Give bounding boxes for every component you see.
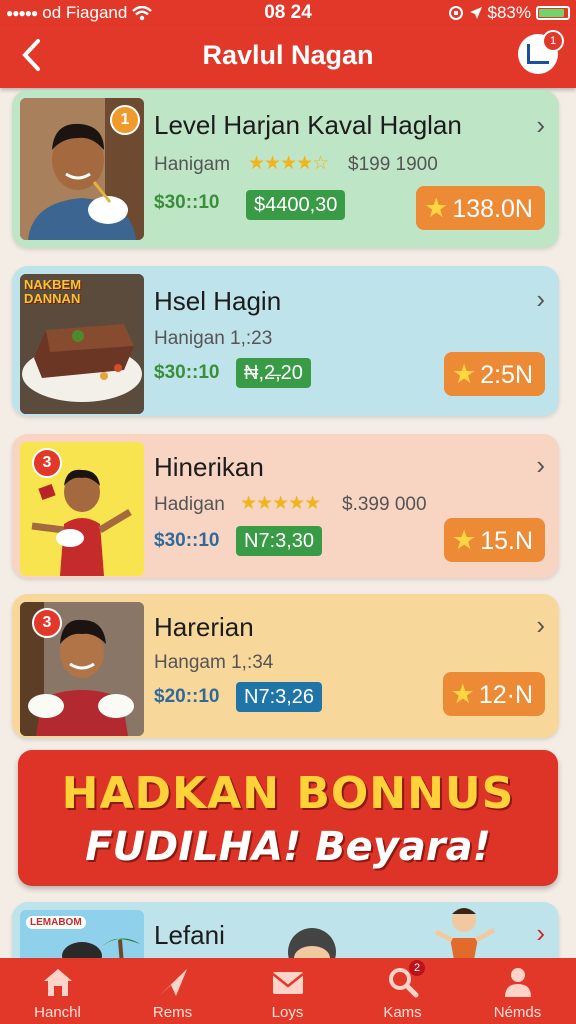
star-icon: ★ xyxy=(424,193,449,223)
item-title: Level Harjan Kaval Haglan xyxy=(154,110,462,140)
star-icon: ★ xyxy=(451,359,477,389)
chevron-right-icon: › xyxy=(536,610,545,640)
notifications-button[interactable]: 1 xyxy=(518,30,564,74)
item-price-info: $199 1900 xyxy=(348,154,438,175)
person-icon xyxy=(505,968,531,997)
score-value: 138.0N xyxy=(452,195,533,223)
list-item[interactable]: NAKBEM DANNAN Hsel Hagin › Hanigan 1,:23… xyxy=(12,266,559,416)
banner-headline: HADKAN BONNUS xyxy=(61,768,515,819)
bottom-tab-bar: Hanchl Rems Loys 2 Kams Némds xyxy=(0,958,576,1024)
page-title: Ravlul Nagan xyxy=(202,40,374,70)
battery-icon xyxy=(536,6,570,20)
item-thumbnail: NAKBEM DANNAN xyxy=(20,274,144,414)
price-badge: $4400,30 xyxy=(246,190,346,220)
cartoon-character xyxy=(434,908,496,960)
list-item[interactable]: 3 Harerian › Hangam 1,:34 $20::10 N7:3,2… xyxy=(12,594,559,738)
tab-label: Loys xyxy=(271,1004,304,1021)
star-icon: ★ xyxy=(450,679,475,709)
status-bar: ●●●●● od Fiagand 08 24 $83% xyxy=(0,0,576,26)
tab-badge: 2 xyxy=(409,960,425,976)
score-value: 12·N xyxy=(478,681,533,709)
item-title: Hinerikan xyxy=(154,452,264,482)
tab-home[interactable]: Hanchl xyxy=(0,958,115,1024)
score-value: 2:5N xyxy=(480,361,533,389)
score-button[interactable]: ★ 15.N xyxy=(443,518,545,562)
tab-nemds[interactable]: Némds xyxy=(460,958,575,1024)
chevron-right-icon: › xyxy=(536,284,545,314)
banner-subheadline: FUDILHA! Beyara! xyxy=(85,824,491,870)
price-badge: N7:3,26 xyxy=(236,682,323,712)
envelope-icon xyxy=(272,972,304,994)
list-item[interactable]: 3 Hinerikan › Hadigan ★★★★★ $.399 000 $3… xyxy=(12,434,559,578)
rank-badge: 3 xyxy=(32,608,62,638)
chevron-right-icon: › xyxy=(536,110,545,140)
rank-badge: 1 xyxy=(110,105,140,135)
item-title: Harerian xyxy=(154,612,254,642)
location-icon xyxy=(469,7,482,19)
item-subtitle: Hangam 1,:34 xyxy=(154,652,274,673)
thumb-caption: NAKBEM DANNAN xyxy=(24,277,82,306)
chevron-right-icon: › xyxy=(536,918,545,948)
home-icon xyxy=(44,969,72,996)
app-bar: Ravlul Nagan 1 xyxy=(0,26,576,88)
score-button[interactable]: ★ 138.0N xyxy=(416,186,545,230)
item-price: $20::10 xyxy=(154,686,220,707)
rank-badge: 3 xyxy=(32,448,62,478)
notification-badge: 1 xyxy=(542,30,564,52)
item-price: $30::10 xyxy=(154,530,220,551)
score-button[interactable]: ★ 2:5N xyxy=(443,352,545,396)
item-title: Lefani xyxy=(154,920,225,950)
thumb-caption: LEMABOM xyxy=(26,916,86,929)
star-rating: ★★★★☆ xyxy=(248,153,329,174)
item-price: $30::10 xyxy=(154,192,220,213)
score-value: 15.N xyxy=(480,527,533,555)
tab-label: Hanchl xyxy=(34,1004,81,1021)
item-subtitle: Hadigan xyxy=(154,494,225,515)
status-right: $83% xyxy=(448,3,570,23)
list-item[interactable]: 1 Level Harjan Kaval Haglan › Hanigam ★★… xyxy=(12,90,559,248)
battery-text: $83% xyxy=(487,3,531,22)
tab-label: Kams xyxy=(383,1004,422,1021)
score-button[interactable]: ★ 12·N xyxy=(442,672,545,716)
star-rating: ★★★★★ xyxy=(240,493,321,514)
tab-rems[interactable]: Rems xyxy=(115,958,230,1024)
price-badge: N7:3,30 xyxy=(236,526,323,556)
tab-loys[interactable]: Loys xyxy=(230,958,345,1024)
promo-banner[interactable]: HADKAN BONNUS FUDILHA! Beyara! xyxy=(18,750,558,886)
item-price: $30::10 xyxy=(154,362,220,383)
tab-kams[interactable]: 2 Kams xyxy=(345,958,460,1024)
price-badge: ₦,2̶,20 xyxy=(236,358,311,388)
star-icon: ★ xyxy=(451,525,477,555)
chevron-right-icon: › xyxy=(536,450,545,480)
item-price-info: $.399 000 xyxy=(342,494,427,515)
item-title: Hsel Hagin xyxy=(154,286,282,316)
tab-label: Rems xyxy=(152,1004,193,1021)
item-subtitle: Hanigan 1,:23 xyxy=(154,328,273,349)
paper-plane-icon xyxy=(159,969,187,996)
tab-label: Némds xyxy=(493,1004,542,1021)
item-subtitle: Hanigam xyxy=(154,154,231,175)
rotation-lock-icon xyxy=(448,6,463,20)
